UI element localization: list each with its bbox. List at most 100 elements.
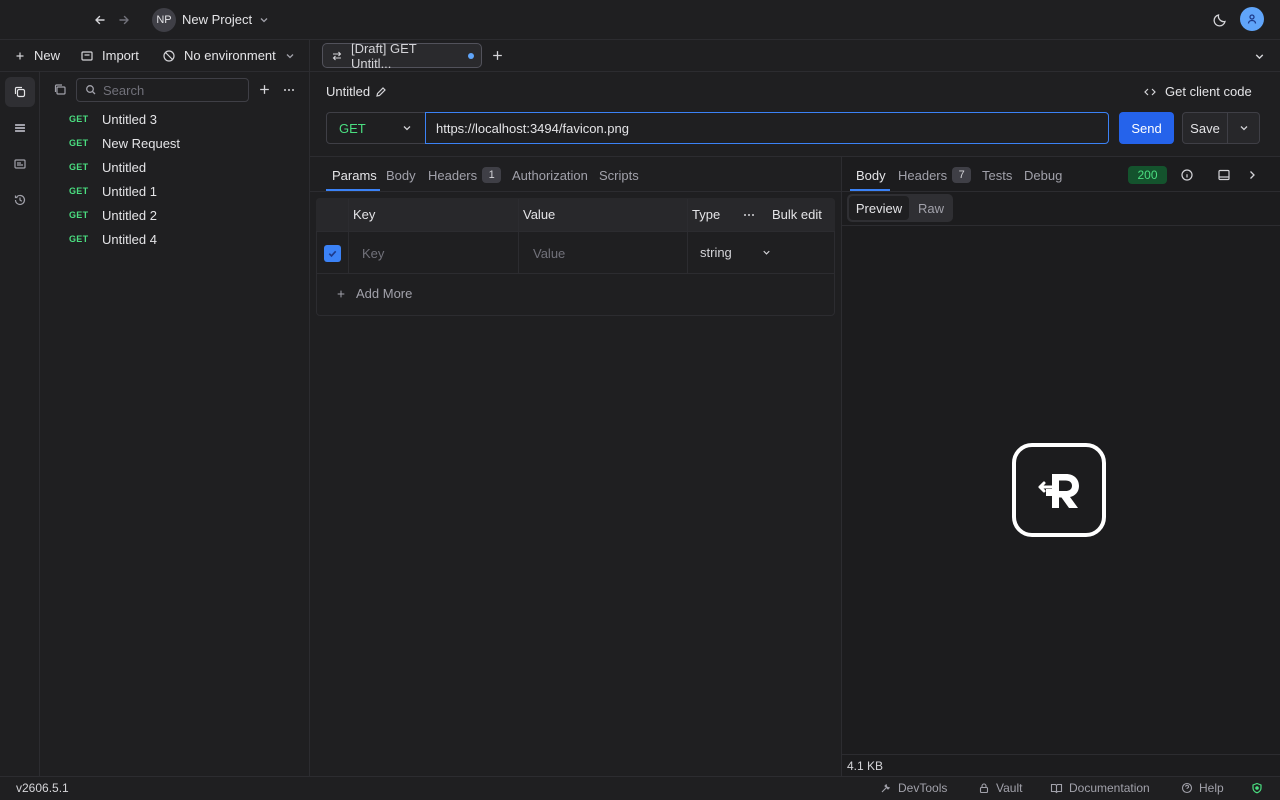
method-select[interactable]: GET — [326, 112, 426, 144]
edit-pencil-icon[interactable] — [375, 86, 387, 98]
view-preview-button[interactable]: Preview — [849, 196, 909, 220]
view-raw-button[interactable]: Raw — [911, 196, 951, 220]
import-button[interactable]: Import — [80, 48, 139, 63]
window-list-icon — [14, 159, 26, 169]
no-environment-icon — [163, 49, 175, 62]
copy-stack-icon — [14, 86, 26, 98]
apis-rail-button[interactable] — [5, 113, 35, 143]
tab-headers-label: Headers — [428, 167, 478, 183]
tabs-chevron-down-icon[interactable] — [1253, 50, 1266, 63]
shield-status-icon[interactable] — [1251, 782, 1263, 794]
list-item[interactable]: GET Untitled 2 — [60, 203, 306, 227]
method-badge: GET — [69, 114, 89, 124]
book-icon — [1050, 783, 1063, 794]
environments-rail-button[interactable] — [5, 149, 35, 179]
lock-icon — [979, 783, 989, 794]
param-value-input[interactable] — [533, 244, 683, 262]
project-chevron-down-icon[interactable] — [258, 14, 270, 26]
response-tab-body[interactable]: Body — [856, 166, 886, 184]
help-button[interactable]: Help — [1181, 781, 1224, 795]
param-type-value: string — [700, 245, 732, 260]
response-tab-debug[interactable]: Debug — [1024, 166, 1062, 184]
collection-toggle-icon[interactable] — [53, 83, 67, 97]
url-field[interactable] — [425, 112, 1109, 144]
chevron-down-icon — [286, 53, 294, 58]
tab-scripts[interactable]: Scripts — [599, 166, 639, 184]
list-item[interactable]: GET Untitled 3 — [60, 107, 306, 131]
search-input[interactable] — [103, 82, 243, 98]
forward-arrow-icon[interactable] — [116, 12, 132, 28]
sidebar-more-icon[interactable] — [282, 83, 296, 97]
sidebar-search[interactable] — [76, 78, 249, 102]
history-rail-button[interactable] — [5, 185, 35, 215]
layout-panel-icon[interactable] — [1217, 168, 1231, 182]
divider — [317, 273, 834, 274]
import-icon — [81, 50, 93, 61]
app-logo-icon — [1038, 474, 1079, 508]
list-item[interactable]: GET Untitled 4 — [60, 227, 306, 251]
tab-draft-request[interactable]: [Draft] GET Untitl... — [322, 40, 482, 71]
save-options-button[interactable] — [1228, 112, 1260, 144]
theme-moon-icon[interactable] — [1212, 12, 1228, 28]
tab-label: [Draft] GET Untitl... — [350, 40, 417, 71]
divider — [310, 191, 841, 192]
plus-icon — [337, 290, 345, 297]
import-label: Import — [102, 48, 139, 63]
list-item[interactable]: GET Untitled 1 — [60, 179, 306, 203]
chevron-down-icon — [403, 126, 411, 131]
list-item[interactable]: GET New Request — [60, 131, 306, 155]
user-avatar[interactable] — [1240, 7, 1264, 31]
request-title[interactable]: Untitled — [326, 84, 370, 99]
divider — [518, 199, 519, 273]
get-client-code-button[interactable]: Get client code — [1143, 84, 1252, 99]
divider — [687, 199, 688, 273]
bulk-edit-button[interactable]: Bulk edit — [772, 207, 822, 222]
param-key-input[interactable] — [362, 244, 512, 262]
collections-rail-button[interactable] — [5, 77, 35, 107]
row-enabled-checkbox[interactable] — [324, 245, 341, 262]
add-tab-plus-icon[interactable] — [491, 49, 504, 62]
divider — [842, 191, 1280, 192]
response-tab-tests[interactable]: Tests — [982, 166, 1012, 184]
request-name: Untitled 2 — [102, 207, 157, 223]
devtools-button[interactable]: DevTools — [880, 781, 947, 795]
tab-params[interactable]: Params — [332, 166, 377, 184]
tab-body[interactable]: Body — [386, 166, 416, 184]
wrench-icon — [881, 784, 890, 793]
response-tab-headers[interactable]: Headers 7 — [898, 166, 972, 184]
response-headers-label: Headers — [898, 167, 948, 183]
chevron-down-icon — [1240, 126, 1247, 131]
status-badge: 200 — [1128, 166, 1167, 184]
method-badge: GET — [69, 210, 89, 220]
table-more-icon[interactable] — [742, 208, 756, 222]
tab-headers[interactable]: Headers 1 — [428, 166, 502, 184]
environment-select[interactable]: No environment — [162, 48, 296, 63]
vault-label: Vault — [996, 781, 1023, 795]
project-name[interactable]: New Project — [182, 12, 252, 27]
documentation-button[interactable]: Documentation — [1050, 781, 1150, 795]
param-type-select[interactable]: string — [700, 245, 772, 260]
devtools-label: DevTools — [898, 781, 948, 795]
plus-icon — [16, 52, 24, 59]
project-avatar[interactable]: NP — [152, 8, 176, 32]
help-circle-icon — [1181, 782, 1193, 794]
back-arrow-icon[interactable] — [92, 12, 108, 28]
response-image-preview — [1012, 443, 1106, 537]
user-icon — [1247, 14, 1257, 24]
new-button[interactable]: New — [14, 48, 60, 63]
vault-button[interactable]: Vault — [978, 781, 1022, 795]
info-icon[interactable] — [1180, 168, 1194, 182]
chevron-right-icon[interactable] — [1245, 168, 1259, 182]
url-input[interactable] — [436, 120, 1096, 136]
code-icon — [1144, 88, 1156, 95]
tab-authorization[interactable]: Authorization — [512, 166, 588, 184]
documentation-label: Documentation — [1069, 781, 1150, 795]
save-button[interactable]: Save — [1182, 112, 1228, 144]
params-table-header — [316, 198, 835, 232]
list-item[interactable]: GET Untitled — [60, 155, 306, 179]
send-button[interactable]: Send — [1119, 112, 1174, 144]
add-more-button[interactable]: Add More — [336, 286, 412, 301]
app-version: v2606.5.1 — [16, 781, 69, 795]
request-name: Untitled — [102, 159, 147, 175]
add-request-plus-icon[interactable] — [258, 83, 271, 96]
